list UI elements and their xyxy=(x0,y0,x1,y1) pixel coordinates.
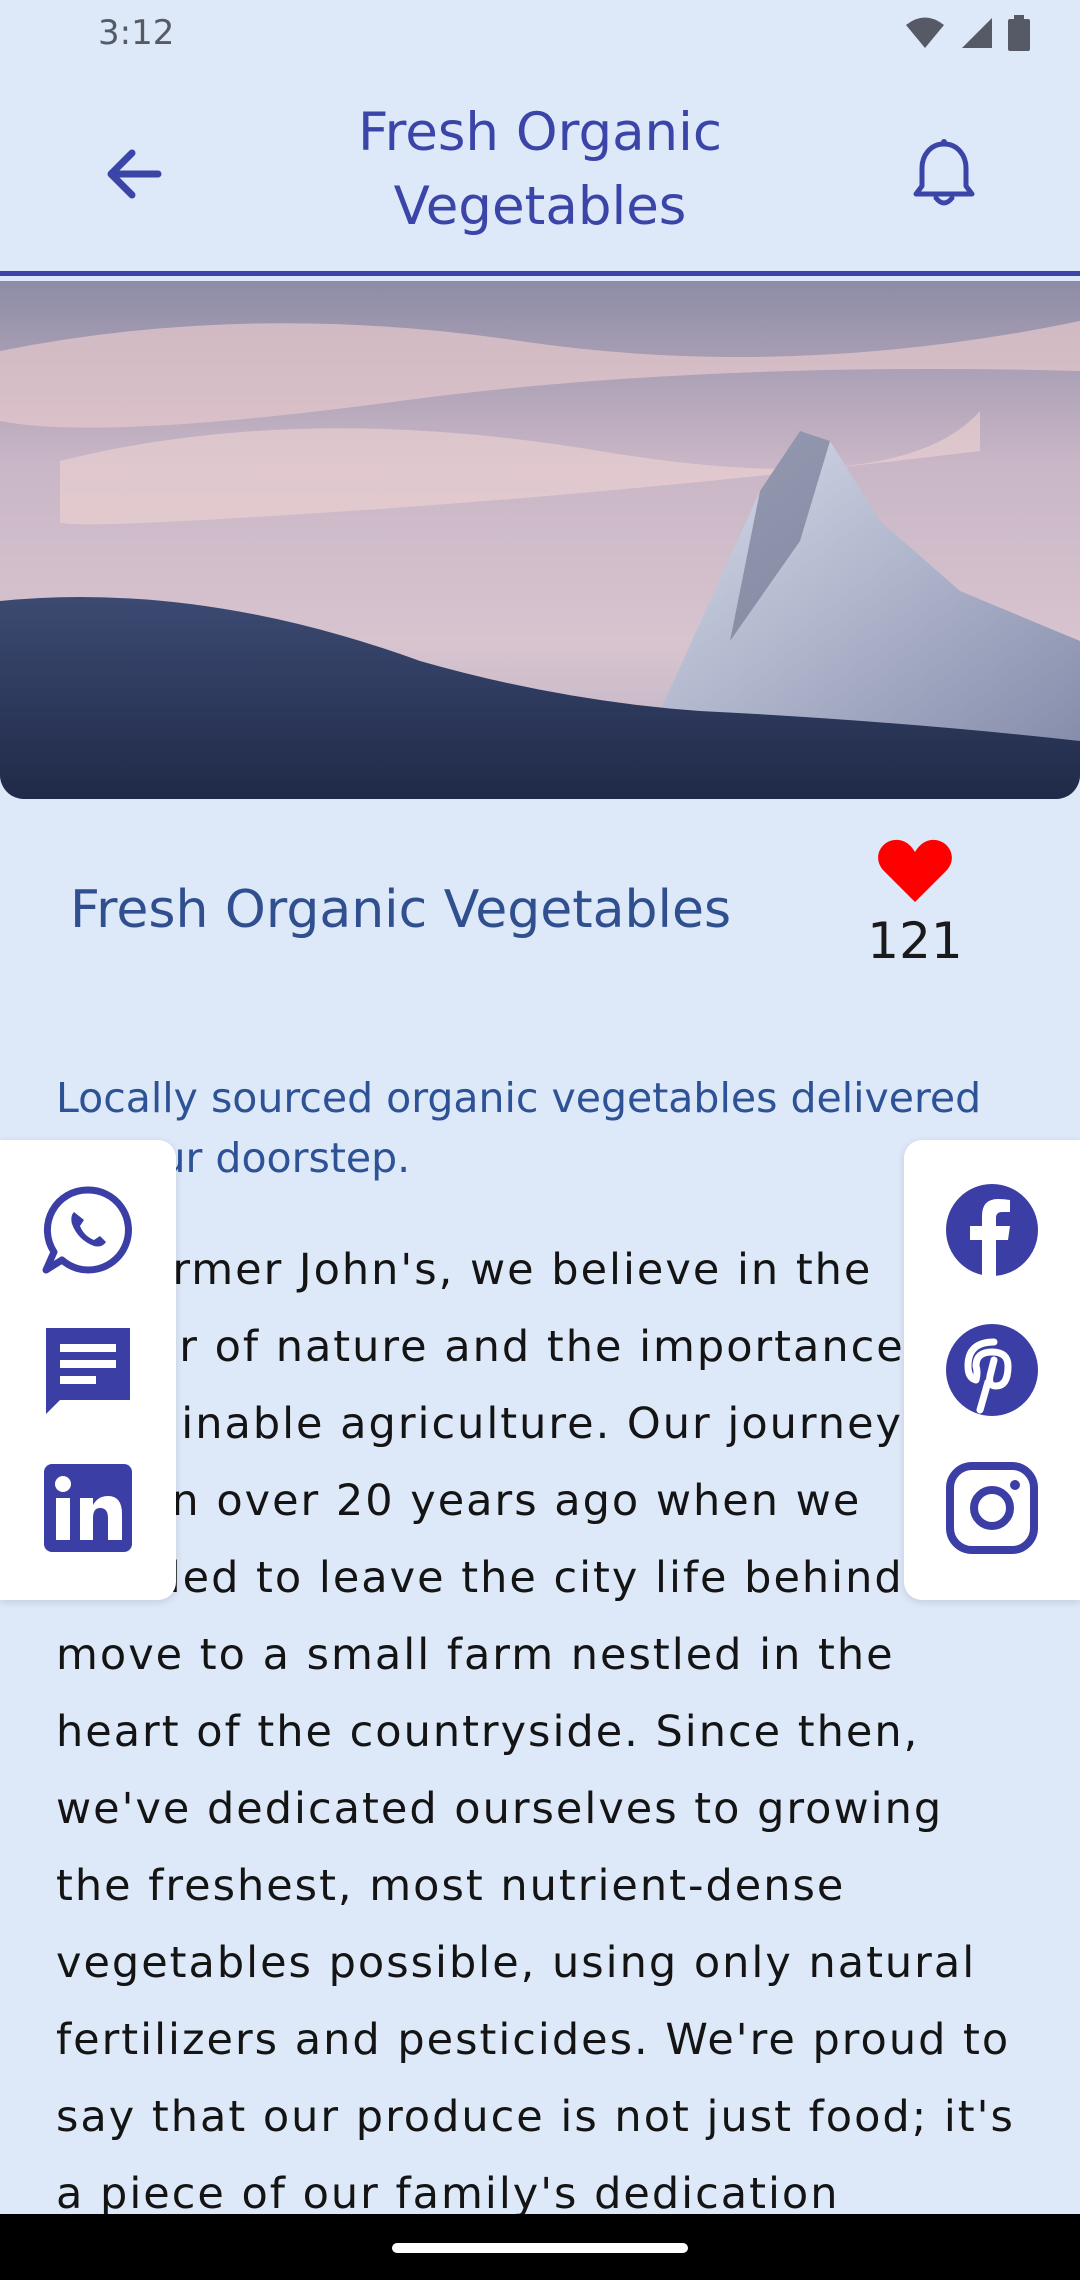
system-nav-bar xyxy=(0,2214,1080,2280)
heart-icon[interactable] xyxy=(877,838,953,904)
post-headline-row: Fresh Organic Vegetables xyxy=(70,880,731,940)
status-icons xyxy=(904,15,1030,51)
like-box[interactable]: 121 xyxy=(860,838,970,970)
status-time: 3:12 xyxy=(98,13,175,53)
home-handle[interactable] xyxy=(392,2243,688,2253)
battery-icon xyxy=(1008,15,1030,51)
whatsapp-icon[interactable] xyxy=(40,1182,136,1278)
notification-bell-icon[interactable] xyxy=(904,134,984,214)
cell-signal-icon xyxy=(962,18,992,48)
post-headline: Fresh Organic Vegetables xyxy=(70,880,732,940)
share-panel-left xyxy=(0,1140,176,1600)
like-count: 121 xyxy=(867,912,963,970)
pinterest-icon[interactable] xyxy=(944,1322,1040,1418)
share-panel-right xyxy=(904,1140,1080,1600)
back-arrow-icon[interactable] xyxy=(96,136,172,212)
instagram-icon[interactable] xyxy=(944,1460,1040,1556)
post-body: At Farmer John's, we believe in the powe… xyxy=(56,1245,1015,2219)
facebook-icon[interactable] xyxy=(944,1182,1040,1278)
page-title: Fresh Organic Vegetables xyxy=(357,102,723,237)
post-subtitle: Locally sourced organic vegetables deliv… xyxy=(56,1074,982,1182)
status-bar: 3:12 xyxy=(0,0,1080,66)
app-bar: Fresh Organic Vegetables xyxy=(0,66,1080,276)
wifi-icon xyxy=(906,17,944,48)
sms-icon[interactable] xyxy=(40,1322,136,1418)
linkedin-icon[interactable] xyxy=(40,1460,136,1556)
hero-image xyxy=(0,281,1080,799)
